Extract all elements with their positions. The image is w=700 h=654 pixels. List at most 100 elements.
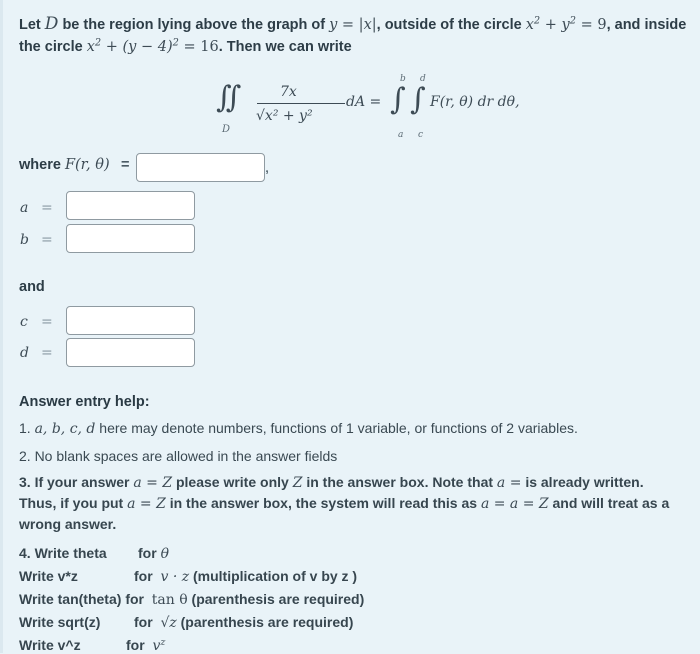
help-item-3-line-2: Thus, if you put a = Z in the answer box… [19, 495, 669, 512]
math-part: = 16 [178, 39, 219, 55]
text: . Then we can write [218, 39, 352, 55]
integrand: F(r, θ) dr dθ, [430, 94, 520, 110]
text: for [125, 591, 144, 607]
math-part: + y [540, 17, 570, 33]
F-label: F(r, θ) [64, 157, 110, 173]
text: the circle [19, 39, 87, 55]
equals-sign: = [41, 232, 53, 248]
fraction-numerator: 7x [280, 84, 297, 100]
a-answer-input[interactable] [66, 191, 195, 220]
text: Let [19, 17, 45, 33]
math: a = Z [127, 496, 166, 512]
text: , and inside [606, 17, 687, 33]
math-part: x [525, 17, 534, 33]
help-item-2: 2. No blank spaces are allowed in the an… [19, 448, 338, 464]
text: here may denote numbers, functions of 1 … [95, 420, 578, 436]
math-circle-2: x2 + (y − 4)2 = 16 [86, 38, 219, 55]
double-integral-sign: ∫∫ [216, 80, 241, 115]
fraction-denominator: √x² + y² [256, 108, 313, 124]
text: for [126, 637, 145, 653]
outer-integral-sign: ∫ [390, 82, 406, 117]
help-item-3-line-3: wrong answer. [19, 516, 117, 532]
text: be the region lying above the graph of [58, 17, 330, 33]
help-rule-row: Write v*z for v · z (multiplication of v… [19, 568, 357, 585]
c-label: c [20, 314, 28, 330]
a-label: a [20, 200, 29, 216]
rule-for: for vz [126, 637, 165, 654]
help-item-1: 1. a, b, c, d here may denote numbers, f… [19, 420, 578, 437]
help-rule-row: Write tan(theta) for tan θ (parenthesis … [19, 591, 364, 608]
rule-note: (parenthesis are required) [176, 614, 354, 630]
rule-note: (multiplication of v by z ) [189, 568, 358, 584]
math-part: + (y − 4) [101, 39, 173, 55]
text: in the answer box, the system will read … [165, 495, 481, 511]
text: for [134, 568, 153, 584]
problem-statement: Let D be the region lying above the grap… [19, 13, 699, 58]
rule-math: v · z [160, 569, 190, 585]
text: 1. [19, 420, 35, 436]
help-rule-row: 4. Write theta for θ [19, 545, 169, 562]
math-circle-1: x2 + y2 = 9 [525, 16, 607, 33]
rule-write: Write v*z [19, 568, 78, 584]
rule-write: Write tan(theta) [19, 591, 122, 607]
text: for [134, 614, 153, 630]
rule-for: for √z (parenthesis are required) [134, 614, 353, 631]
math: Z [292, 475, 303, 491]
help-item-3-line-1: 3. If your answer a = Z please write onl… [19, 474, 644, 491]
text: is already written. [521, 474, 644, 490]
math: a = [496, 475, 522, 491]
rule-for: for v · z (multiplication of v by z ) [134, 568, 357, 585]
help-title: Answer entry help: [19, 394, 150, 410]
outer-lower-limit: a [398, 130, 404, 140]
problem-line-1: Let D be the region lying above the grap… [19, 13, 699, 36]
text: in the answer box. Note that [302, 474, 497, 490]
rule-math: √z [160, 615, 177, 631]
outer-upper-limit: b [400, 74, 406, 84]
math: a = a = Z [480, 496, 549, 512]
comma: , [265, 160, 270, 176]
equals-sign: = [121, 157, 130, 173]
text: please write only [172, 474, 293, 490]
math: a = Z [133, 475, 173, 491]
text: Thus, if you put [19, 495, 128, 511]
inner-integral-sign: ∫ [410, 82, 426, 117]
F-answer-row: where F(r, θ) [19, 157, 110, 173]
left-border [0, 0, 3, 653]
fraction-bar [257, 103, 345, 104]
math-part: x [86, 39, 95, 55]
rule-for: for θ [138, 545, 169, 562]
area-element: dA = [346, 94, 382, 110]
text: for [138, 545, 157, 561]
rule-math-exponent: z [160, 636, 166, 648]
b-label: b [20, 232, 29, 248]
inner-upper-limit: d [420, 74, 426, 84]
integral-formula: ∫∫ D 7x √x² + y² dA = ∫ b a ∫ d c F(r, θ… [212, 70, 542, 145]
text: and will treat as a [548, 495, 670, 511]
equals-sign: = [41, 345, 53, 361]
text: , outside of the circle [376, 17, 526, 33]
region-symbol: D [44, 14, 59, 34]
problem-line-2: the circle x2 + (y − 4)2 = 16. Then we c… [19, 36, 699, 58]
rule-write: 4. Write theta [19, 545, 107, 561]
math-abs-graph: y = |x| [329, 17, 377, 33]
math-part: = 9 [575, 17, 607, 33]
help-rule-row: Write v^z for vz [19, 637, 165, 654]
rule-note: (parenthesis are required) [187, 591, 365, 607]
equals-sign: = [41, 200, 53, 216]
math-vars: a, b, c, d [34, 421, 96, 437]
d-answer-input[interactable] [66, 338, 195, 367]
F-answer-input[interactable] [136, 153, 265, 182]
text: 3. If your answer [19, 474, 134, 490]
rule-math: tan θ [151, 592, 188, 608]
help-rule-row: Write sqrt(z) for √z (parenthesis are re… [19, 614, 353, 631]
where-label: where [19, 157, 65, 173]
inner-lower-limit: c [418, 130, 424, 140]
integral-region-label: D [222, 124, 231, 135]
equals-sign: = [41, 314, 53, 330]
rule-math: θ [160, 546, 169, 562]
and-label: and [19, 279, 45, 295]
c-answer-input[interactable] [66, 306, 195, 335]
d-label: d [20, 345, 29, 361]
b-answer-input[interactable] [66, 224, 195, 253]
problem-page: Let D be the region lying above the grap… [0, 0, 700, 654]
